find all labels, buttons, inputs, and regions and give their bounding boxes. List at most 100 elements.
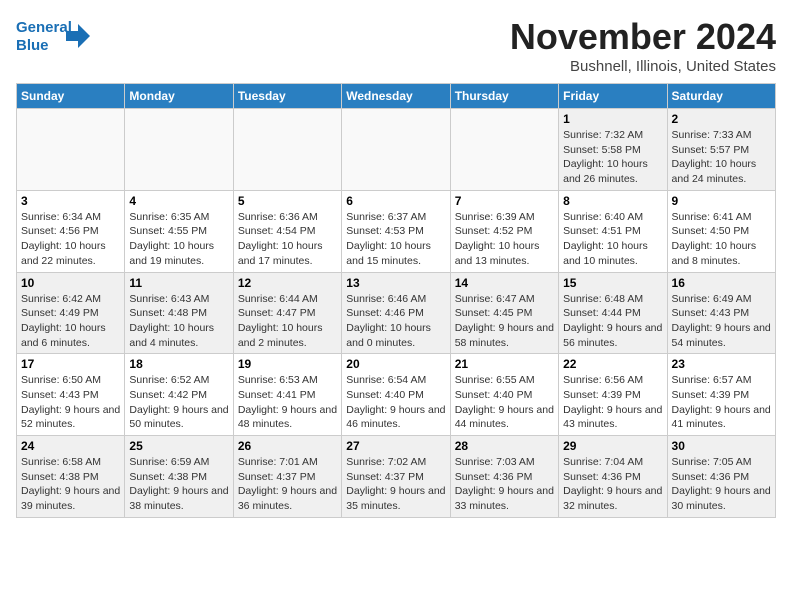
day-number: 22 — [563, 357, 662, 371]
table-row: 3 Sunrise: 6:34 AM Sunset: 4:56 PM Daylig… — [17, 190, 125, 272]
day-number: 12 — [238, 276, 337, 290]
day-number: 20 — [346, 357, 445, 371]
day-number: 26 — [238, 439, 337, 453]
day-number: 9 — [672, 194, 771, 208]
day-number: 15 — [563, 276, 662, 290]
day-number: 10 — [21, 276, 120, 290]
day-number: 1 — [563, 112, 662, 126]
table-row: 28 Sunrise: 7:03 AM Sunset: 4:36 PM Dayli… — [450, 436, 558, 518]
table-row: 24 Sunrise: 6:58 AM Sunset: 4:38 PM Dayli… — [17, 436, 125, 518]
day-info: Sunrise: 6:52 AM Sunset: 4:42 PM Dayligh… — [129, 373, 228, 432]
day-number: 5 — [238, 194, 337, 208]
day-number: 13 — [346, 276, 445, 290]
calendar-week-2: 3 Sunrise: 6:34 AM Sunset: 4:56 PM Daylig… — [17, 190, 776, 272]
day-info: Sunrise: 6:43 AM Sunset: 4:48 PM Dayligh… — [129, 292, 228, 351]
day-info: Sunrise: 6:57 AM Sunset: 4:39 PM Dayligh… — [672, 373, 771, 432]
day-number: 4 — [129, 194, 228, 208]
table-row: 16 Sunrise: 6:49 AM Sunset: 4:43 PM Dayli… — [667, 272, 775, 354]
month-title: November 2024 — [510, 16, 776, 58]
table-row — [342, 109, 450, 191]
day-info: Sunrise: 6:59 AM Sunset: 4:38 PM Dayligh… — [129, 455, 228, 514]
table-row: 19 Sunrise: 6:53 AM Sunset: 4:41 PM Dayli… — [233, 354, 341, 436]
day-info: Sunrise: 7:33 AM Sunset: 5:57 PM Dayligh… — [672, 128, 771, 187]
day-info: Sunrise: 6:41 AM Sunset: 4:50 PM Dayligh… — [672, 210, 771, 269]
day-number: 23 — [672, 357, 771, 371]
header-tuesday: Tuesday — [233, 84, 341, 109]
svg-text:General: General — [16, 19, 72, 36]
day-info: Sunrise: 6:53 AM Sunset: 4:41 PM Dayligh… — [238, 373, 337, 432]
table-row: 6Sunrise: 6:37 AM Sunset: 4:53 PM Daylig… — [342, 190, 450, 272]
table-row: 22 Sunrise: 6:56 AM Sunset: 4:39 PM Dayli… — [559, 354, 667, 436]
day-number: 28 — [455, 439, 554, 453]
day-info: Sunrise: 6:46 AM Sunset: 4:46 PM Dayligh… — [346, 292, 445, 351]
day-number: 11 — [129, 276, 228, 290]
table-row: 15 Sunrise: 6:48 AM Sunset: 4:44 PM Dayli… — [559, 272, 667, 354]
table-row: 30 Sunrise: 7:05 AM Sunset: 4:36 PM Dayli… — [667, 436, 775, 518]
table-row: 7Sunrise: 6:39 AM Sunset: 4:52 PM Daylig… — [450, 190, 558, 272]
day-info: Sunrise: 6:44 AM Sunset: 4:47 PM Dayligh… — [238, 292, 337, 351]
calendar-week-1: 1 Sunrise: 7:32 AM Sunset: 5:58 PM Daylig… — [17, 109, 776, 191]
day-info: Sunrise: 6:49 AM Sunset: 4:43 PM Dayligh… — [672, 292, 771, 351]
table-row: 10 Sunrise: 6:42 AM Sunset: 4:49 PM Dayli… — [17, 272, 125, 354]
table-row: 25 Sunrise: 6:59 AM Sunset: 4:38 PM Dayli… — [125, 436, 233, 518]
day-info: Sunrise: 6:34 AM Sunset: 4:56 PM Dayligh… — [21, 210, 120, 269]
calendar-week-3: 10 Sunrise: 6:42 AM Sunset: 4:49 PM Dayli… — [17, 272, 776, 354]
day-number: 25 — [129, 439, 228, 453]
day-info: Sunrise: 7:32 AM Sunset: 5:58 PM Dayligh… — [563, 128, 662, 187]
day-info: Sunrise: 6:56 AM Sunset: 4:39 PM Dayligh… — [563, 373, 662, 432]
day-info: Sunrise: 6:54 AM Sunset: 4:40 PM Dayligh… — [346, 373, 445, 432]
day-number: 16 — [672, 276, 771, 290]
calendar-week-4: 17 Sunrise: 6:50 AM Sunset: 4:43 PM Dayli… — [17, 354, 776, 436]
table-row — [125, 109, 233, 191]
table-row: 18 Sunrise: 6:52 AM Sunset: 4:42 PM Dayli… — [125, 354, 233, 436]
table-row: 23 Sunrise: 6:57 AM Sunset: 4:39 PM Dayli… — [667, 354, 775, 436]
day-info: Sunrise: 7:02 AM Sunset: 4:37 PM Dayligh… — [346, 455, 445, 514]
page-header: GeneralBlue November 2024 Bushnell, Illi… — [16, 16, 776, 75]
day-info: Sunrise: 6:50 AM Sunset: 4:43 PM Dayligh… — [21, 373, 120, 432]
table-row: 9 Sunrise: 6:41 AM Sunset: 4:50 PM Daylig… — [667, 190, 775, 272]
table-row: 17 Sunrise: 6:50 AM Sunset: 4:43 PM Dayli… — [17, 354, 125, 436]
table-row: 29 Sunrise: 7:04 AM Sunset: 4:36 PM Dayli… — [559, 436, 667, 518]
table-row: 8Sunrise: 6:40 AM Sunset: 4:51 PM Daylig… — [559, 190, 667, 272]
calendar-week-5: 24 Sunrise: 6:58 AM Sunset: 4:38 PM Dayli… — [17, 436, 776, 518]
day-number: 18 — [129, 357, 228, 371]
day-info: Sunrise: 6:35 AM Sunset: 4:55 PM Dayligh… — [129, 210, 228, 269]
day-info: Sunrise: 6:42 AM Sunset: 4:49 PM Dayligh… — [21, 292, 120, 351]
header-monday: Monday — [125, 84, 233, 109]
calendar-table: Sunday Monday Tuesday Wednesday Thursday… — [16, 83, 776, 518]
day-info: Sunrise: 6:55 AM Sunset: 4:40 PM Dayligh… — [455, 373, 554, 432]
day-info: Sunrise: 6:48 AM Sunset: 4:44 PM Dayligh… — [563, 292, 662, 351]
day-number: 3 — [21, 194, 120, 208]
table-row: 21 Sunrise: 6:55 AM Sunset: 4:40 PM Dayli… — [450, 354, 558, 436]
day-number: 30 — [672, 439, 771, 453]
day-info: Sunrise: 7:05 AM Sunset: 4:36 PM Dayligh… — [672, 455, 771, 514]
table-row: 12 Sunrise: 6:44 AM Sunset: 4:47 PM Dayli… — [233, 272, 341, 354]
header-wednesday: Wednesday — [342, 84, 450, 109]
table-row — [233, 109, 341, 191]
header-friday: Friday — [559, 84, 667, 109]
table-row: 13 Sunrise: 6:46 AM Sunset: 4:46 PM Dayli… — [342, 272, 450, 354]
day-number: 24 — [21, 439, 120, 453]
day-info: Sunrise: 6:58 AM Sunset: 4:38 PM Dayligh… — [21, 455, 120, 514]
day-info: Sunrise: 7:03 AM Sunset: 4:36 PM Dayligh… — [455, 455, 554, 514]
day-number: 14 — [455, 276, 554, 290]
header-thursday: Thursday — [450, 84, 558, 109]
table-row: 20 Sunrise: 6:54 AM Sunset: 4:40 PM Dayli… — [342, 354, 450, 436]
table-row: 5Sunrise: 6:36 AM Sunset: 4:54 PM Daylig… — [233, 190, 341, 272]
day-number: 27 — [346, 439, 445, 453]
day-number: 7 — [455, 194, 554, 208]
day-number: 17 — [21, 357, 120, 371]
table-row: 2Sunrise: 7:33 AM Sunset: 5:57 PM Daylig… — [667, 109, 775, 191]
day-number: 19 — [238, 357, 337, 371]
day-info: Sunrise: 7:04 AM Sunset: 4:36 PM Dayligh… — [563, 455, 662, 514]
day-number: 21 — [455, 357, 554, 371]
logo-svg: GeneralBlue — [16, 16, 96, 56]
day-info: Sunrise: 7:01 AM Sunset: 4:37 PM Dayligh… — [238, 455, 337, 514]
table-row: 11 Sunrise: 6:43 AM Sunset: 4:48 PM Dayli… — [125, 272, 233, 354]
day-number: 29 — [563, 439, 662, 453]
day-info: Sunrise: 6:37 AM Sunset: 4:53 PM Dayligh… — [346, 210, 445, 269]
table-row — [17, 109, 125, 191]
table-row: 4 Sunrise: 6:35 AM Sunset: 4:55 PM Daylig… — [125, 190, 233, 272]
svg-text:Blue: Blue — [16, 37, 49, 54]
table-row: 14Sunrise: 6:47 AM Sunset: 4:45 PM Dayli… — [450, 272, 558, 354]
